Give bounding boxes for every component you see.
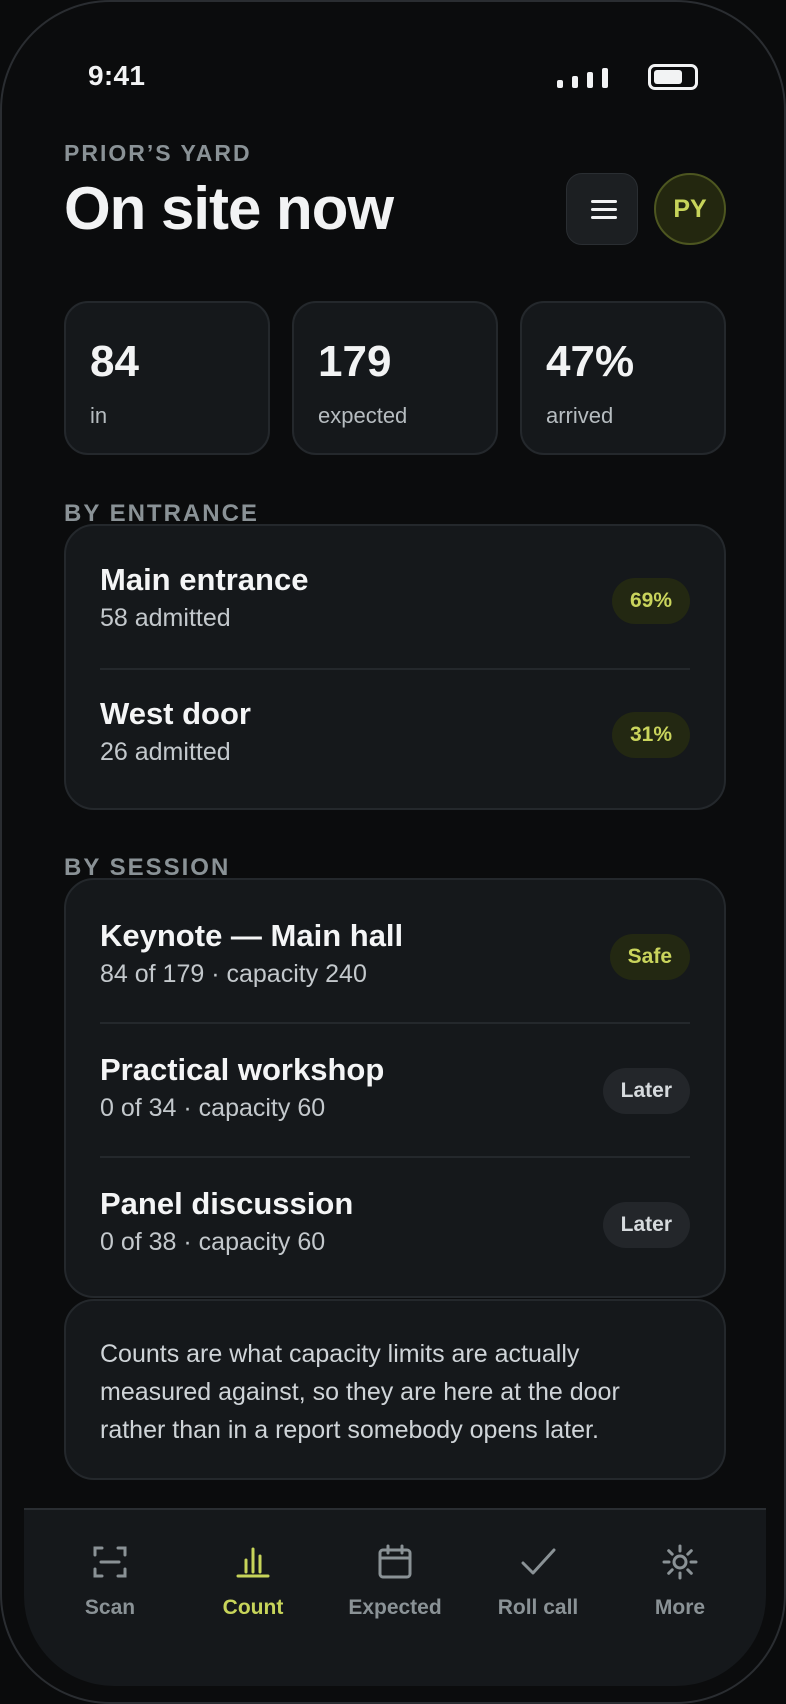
stat-card-expected: 179 expected — [292, 301, 498, 455]
stat-label: expected — [318, 403, 408, 428]
session-status-badge: Later — [602, 1068, 690, 1114]
session-row-workshop[interactable]: Practical workshop 0 of 34 · capacity 60 — [100, 1052, 690, 1142]
stat-card-arrived: 47% arrived — [520, 301, 726, 455]
scan-icon — [93, 1546, 127, 1578]
tab-scan[interactable]: Scan — [50, 1540, 170, 1620]
divider — [100, 668, 690, 670]
phone-screen: 9:41 PRIOR’S YARD On site now PY 84 in 1… — [0, 0, 786, 1704]
battery-icon — [648, 64, 698, 90]
tab-label: Count — [222, 1596, 284, 1619]
gear-icon — [662, 1544, 698, 1580]
session-row-keynote[interactable]: Keynote — Main hall 84 of 179 · capacity… — [100, 918, 690, 1008]
entrance-detail: 58 admitted — [100, 604, 231, 632]
entrance-percent-badge: 69% — [611, 578, 690, 624]
org-label: PRIOR’S YARD — [64, 140, 252, 166]
session-name: Panel discussion — [100, 1186, 354, 1221]
tab-bar: Scan Count Expected Roll call More — [24, 1508, 766, 1686]
stat-value: 179 — [318, 337, 392, 386]
bar-chart-icon — [236, 1547, 270, 1578]
tab-count[interactable]: Count — [193, 1540, 313, 1620]
session-name: Practical workshop — [100, 1052, 385, 1087]
entrance-card: Main entrance 58 admitted 69% West door … — [64, 524, 726, 810]
stat-value: 84 — [90, 337, 139, 386]
menu-icon — [591, 200, 617, 203]
entrance-percent-badge: 31% — [611, 712, 690, 758]
session-row-panel[interactable]: Panel discussion 0 of 38 · capacity 60 — [100, 1186, 690, 1276]
divider — [100, 1156, 690, 1158]
session-card: Keynote — Main hall 84 of 179 · capacity… — [64, 878, 726, 1298]
tab-label: Expected — [348, 1596, 442, 1619]
check-icon — [521, 1548, 556, 1575]
session-name: Keynote — Main hall — [100, 918, 404, 953]
tab-label: Roll call — [497, 1596, 579, 1619]
status-time: 9:41 — [88, 60, 146, 91]
menu-button[interactable] — [566, 173, 638, 245]
calendar-icon — [378, 1544, 412, 1579]
avatar[interactable]: PY — [654, 173, 726, 245]
session-detail: 0 of 38 · capacity 60 — [100, 1228, 326, 1256]
session-status-badge: Safe — [609, 934, 690, 980]
session-status-badge: Later — [602, 1202, 690, 1248]
tab-label: Scan — [84, 1596, 136, 1619]
divider — [100, 1022, 690, 1024]
entrance-row-main[interactable]: Main entrance 58 admitted — [100, 562, 690, 652]
stat-card-in: 84 in — [64, 301, 270, 455]
page-title: On site now — [64, 175, 394, 242]
tab-more[interactable]: More — [620, 1540, 740, 1620]
info-note: Counts are what capacity limits are actu… — [64, 1299, 726, 1480]
stat-value: 47% — [546, 337, 635, 386]
entrance-detail: 26 admitted — [100, 738, 231, 766]
stat-label: in — [90, 403, 108, 428]
entrance-name: West door — [100, 696, 251, 731]
session-detail: 0 of 34 · capacity 60 — [100, 1094, 326, 1122]
entrance-row-west[interactable]: West door 26 admitted — [100, 696, 690, 786]
status-bar: 9:41 — [88, 60, 698, 96]
tab-label: More — [654, 1596, 706, 1619]
stat-label: arrived — [546, 403, 614, 428]
tab-roll-call[interactable]: Roll call — [478, 1540, 598, 1620]
entrance-name: Main entrance — [100, 562, 309, 597]
session-detail: 84 of 179 · capacity 240 — [100, 960, 367, 988]
tab-expected[interactable]: Expected — [335, 1540, 455, 1620]
signal-icon — [557, 68, 608, 88]
